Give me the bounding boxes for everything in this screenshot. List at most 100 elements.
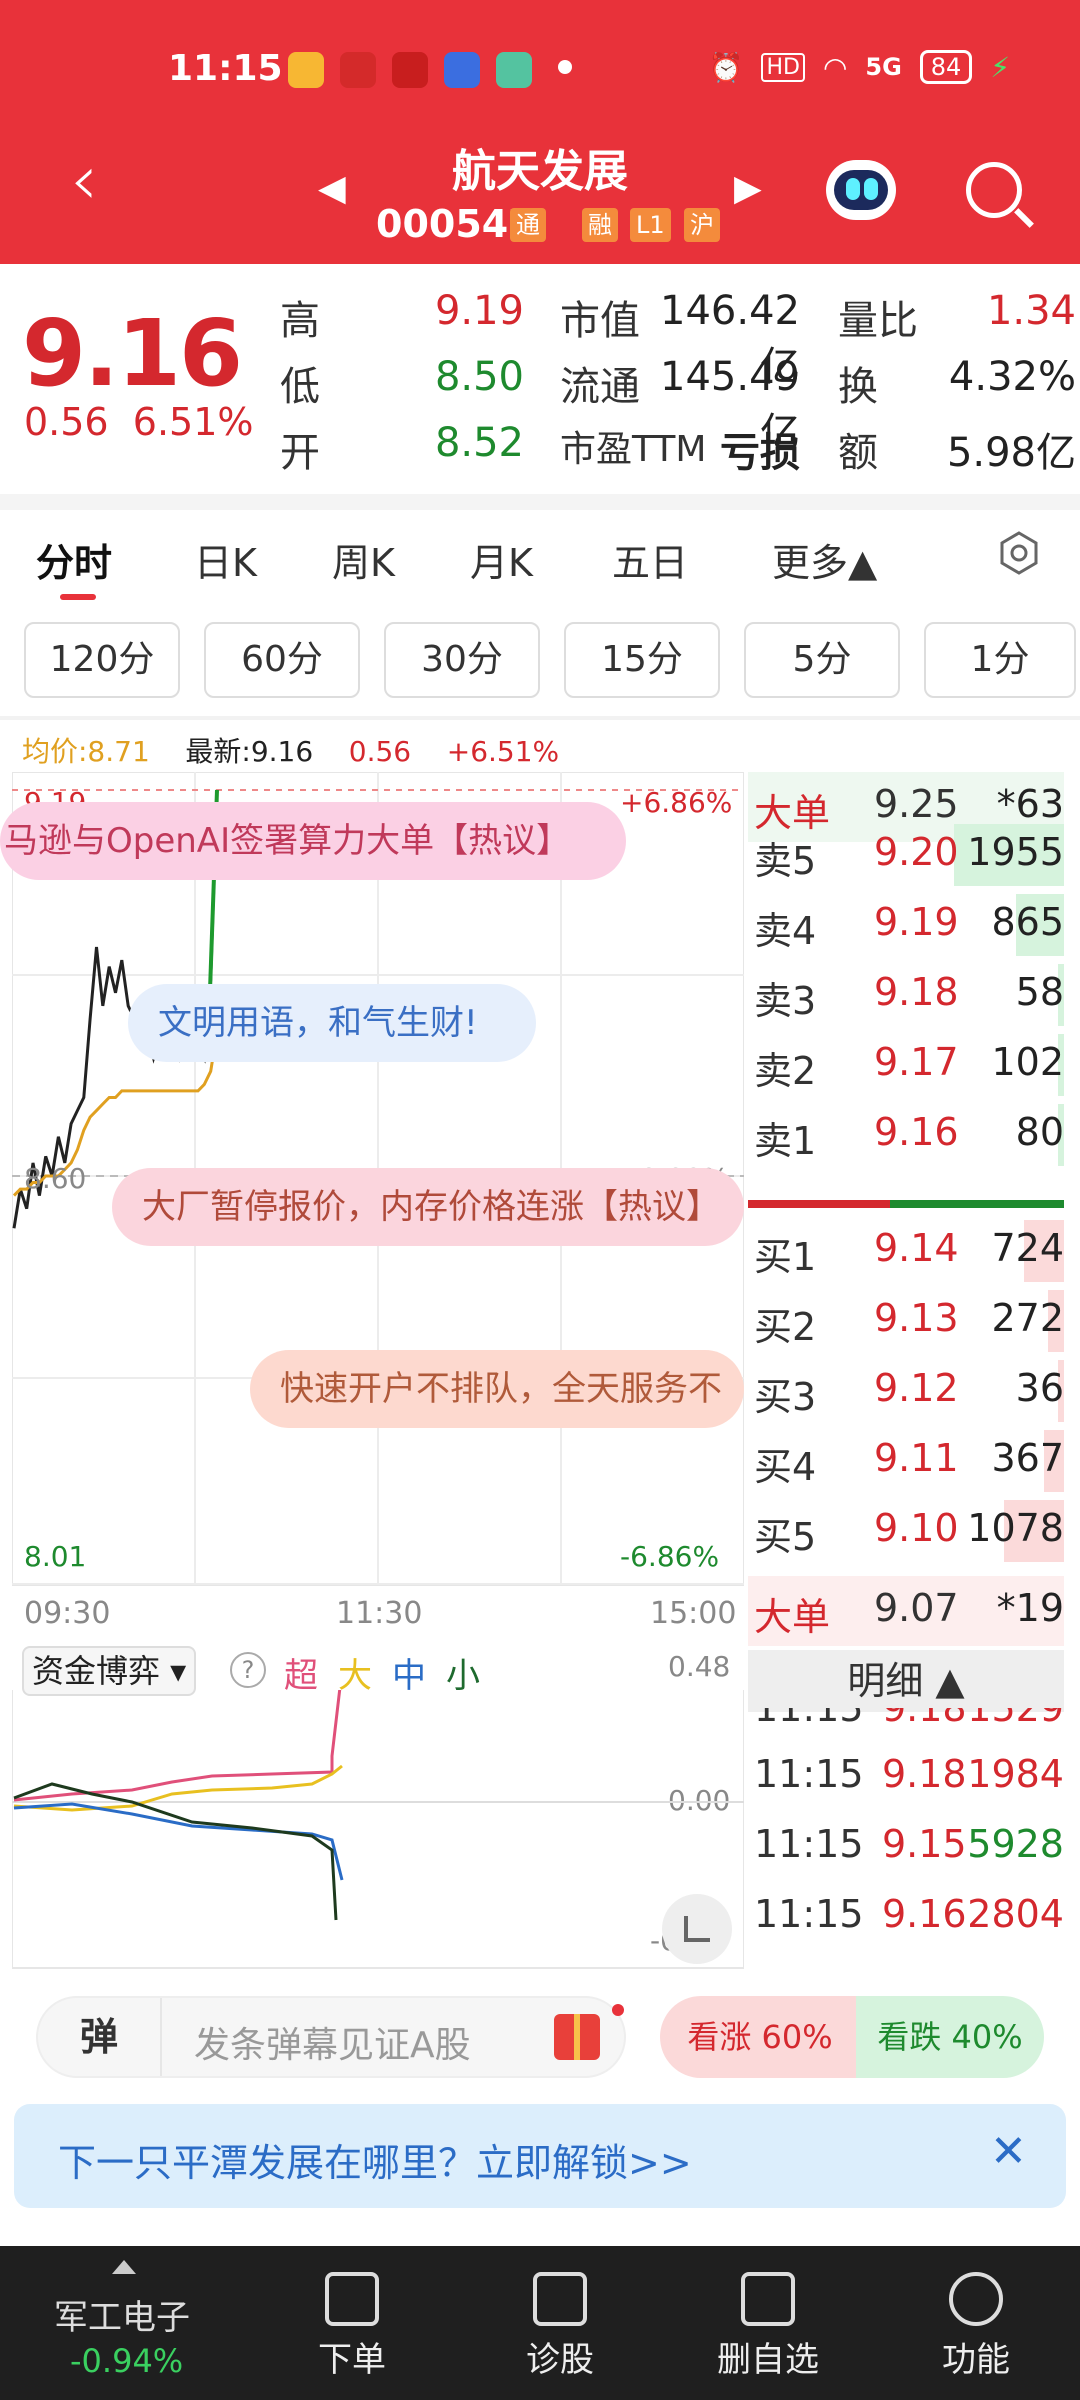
sell-level-row[interactable]: 卖1 9.16 80 xyxy=(748,1100,1064,1170)
danmu-bubble[interactable]: 快速开户不排队，全天服务不 xyxy=(250,1350,744,1428)
alarm-icon: ⏰ xyxy=(708,50,744,84)
big-order-label: 大单 xyxy=(754,1595,831,1639)
sector-name[interactable]: 军工电子 xyxy=(54,2290,190,2339)
sell-level-price: 9.19 xyxy=(874,900,959,944)
big-order-row: 大单 9.07 *19 xyxy=(748,1576,1064,1646)
nav-diagnose[interactable]: 诊股 xyxy=(480,2272,640,2381)
x-axis-start-label: 09:30 xyxy=(24,1596,111,1631)
battery-indicator: 84 xyxy=(919,50,973,84)
sell-level-row[interactable]: 卖4 9.19 865 xyxy=(748,890,1064,960)
period-5min-button[interactable]: 5分 xyxy=(744,622,900,698)
buy-level-label: 买2 xyxy=(754,1305,817,1349)
buy-level-volume: 272 xyxy=(991,1296,1064,1340)
quote-value-amount: 5.98亿 xyxy=(946,430,1076,476)
buy-level-row[interactable]: 买1 9.14 724 xyxy=(748,1216,1064,1286)
vote-down-button[interactable]: 看跌 40% xyxy=(856,1996,1044,2078)
promo-banner-text[interactable]: 下一只平潭发展在哪里？立即解锁>> xyxy=(58,2132,692,2187)
buy-level-row[interactable]: 买2 9.13 272 xyxy=(748,1286,1064,1356)
buy-level-row[interactable]: 买3 9.12 36 xyxy=(748,1356,1064,1426)
sell-level-row[interactable]: 卖2 9.17 102 xyxy=(748,1030,1064,1100)
period-divider xyxy=(0,716,1080,720)
danmu-input-box[interactable]: 弹 发条弹幕见证A股 xyxy=(36,1996,626,2078)
quote-label-pe: 市盈TTM xyxy=(560,429,707,470)
sector-change: -0.94% xyxy=(70,2342,184,2380)
sell-level-price: 9.18 xyxy=(874,970,959,1014)
nav-remove-watchlist-label: 删自选 xyxy=(717,2340,819,2380)
tab-more[interactable]: 更多▲ xyxy=(772,532,877,587)
sell-level-volume: 58 xyxy=(1015,970,1064,1014)
pct-axis-top-label: +6.86% xyxy=(620,786,733,819)
nav-remove-watchlist[interactable]: 删自选 xyxy=(688,2272,848,2381)
close-icon[interactable]: ✕ xyxy=(990,2126,1027,2177)
tab-monthly-k[interactable]: 月K xyxy=(470,532,533,587)
next-stock-arrow-icon[interactable]: ▶ xyxy=(734,168,762,209)
buy-level-price: 9.11 xyxy=(874,1436,959,1480)
quote-label-float: 流通 xyxy=(560,364,640,410)
period-1min-button[interactable]: 1分 xyxy=(924,622,1076,698)
nav-place-order-label: 下单 xyxy=(318,2340,386,2380)
period-30min-button[interactable]: 30分 xyxy=(384,622,540,698)
x-axis-end-label: 15:00 xyxy=(650,1596,737,1631)
buy-level-label: 买4 xyxy=(754,1445,817,1489)
search-icon[interactable] xyxy=(966,162,1022,218)
badge-tong: 通 xyxy=(510,208,546,242)
danmu-placeholder[interactable]: 发条弹幕见证A股 xyxy=(194,2016,471,2068)
quote-label-volratio: 量比 xyxy=(838,298,918,344)
tab-daily-k[interactable]: 日K xyxy=(194,532,257,587)
nav-place-order[interactable]: 下单 xyxy=(272,2272,432,2381)
buy-level-row[interactable]: 买4 9.11 367 xyxy=(748,1426,1064,1496)
header-bar: 11:15 ⏰ HD ◠ 5G 84 ⚡ ‹ 航天发展 ◀ ▶ 000547 通… xyxy=(0,0,1080,264)
robot-assistant-icon[interactable] xyxy=(826,160,896,220)
nav-functions[interactable]: 功能 xyxy=(896,2272,1056,2381)
trade-row: 11:15 9.18 1984 xyxy=(748,1742,1064,1812)
fund-flow-chart[interactable] xyxy=(12,1690,744,1970)
tab-five-day[interactable]: 五日 xyxy=(612,532,688,587)
danmu-toggle-icon[interactable]: 弹 xyxy=(38,1998,162,2076)
trade-volume: 1984 xyxy=(967,1752,1064,1796)
medium-flow-line xyxy=(13,1802,344,1881)
section-divider xyxy=(0,494,1080,510)
trade-price: 9.16 xyxy=(882,1892,967,1936)
prev-stock-arrow-icon[interactable]: ◀ xyxy=(318,168,346,209)
status-time: 11:15 xyxy=(168,48,283,89)
buy-level-price: 9.12 xyxy=(874,1366,959,1410)
tab-active-indicator xyxy=(60,594,96,600)
danmu-bubble[interactable]: 文明用语，和气生财! xyxy=(128,984,536,1062)
sell-level-label: 卖1 xyxy=(754,1119,817,1163)
sector-expand-icon[interactable] xyxy=(112,2260,136,2274)
help-icon[interactable]: ? xyxy=(230,1652,266,1688)
trade-time: 11:15 xyxy=(754,1892,864,1936)
sell-level-row[interactable]: 卖3 9.18 58 xyxy=(748,960,1064,1030)
tab-intraday[interactable]: 分时 xyxy=(36,532,112,587)
period-120min-button[interactable]: 120分 xyxy=(24,622,180,698)
buy-level-volume: 36 xyxy=(1015,1366,1064,1410)
sub-y-top-label: 0.48 xyxy=(668,1650,731,1683)
buy-level-label: 买1 xyxy=(754,1235,817,1279)
danmu-bubble[interactable]: 大厂暂停报价，内存价格连涨【热议】 xyxy=(112,1168,744,1246)
quote-label-high: 高 xyxy=(280,298,320,344)
buy-level-volume: 724 xyxy=(991,1226,1064,1270)
period-15min-button[interactable]: 15分 xyxy=(564,622,720,698)
buy-level-price: 9.13 xyxy=(874,1296,959,1340)
tab-weekly-k[interactable]: 周K xyxy=(332,532,395,587)
sell-level-row[interactable]: 卖5 9.20 1955 xyxy=(748,820,1064,890)
chart-settings-icon[interactable] xyxy=(996,530,1042,576)
sell-level-label: 卖3 xyxy=(754,979,817,1023)
promo-banner[interactable]: 下一只平潭发展在哪里？立即解锁>> ✕ xyxy=(14,2104,1066,2208)
trade-row: 11:15 9.16 2804 xyxy=(748,1882,1064,1952)
trade-time: 11:15 xyxy=(754,1708,864,1730)
sell-level-volume: 80 xyxy=(1015,1110,1064,1154)
quote-label-turnover: 换 xyxy=(838,364,878,410)
latest-price-label: 最新:9.16 xyxy=(185,735,314,768)
sell-level-volume: 102 xyxy=(991,1040,1064,1084)
gift-icon[interactable] xyxy=(554,2014,600,2060)
quote-value-volratio: 1.34 xyxy=(986,288,1076,334)
buy-level-row[interactable]: 买5 9.10 1078 xyxy=(748,1496,1064,1566)
trade-detail-header[interactable]: 明细 ▲ xyxy=(748,1650,1064,1712)
x-axis-mid-label: 11:30 xyxy=(336,1596,423,1631)
fund-flow-selector[interactable]: 资金博弈 ▾ xyxy=(22,1646,197,1696)
vote-up-button[interactable]: 看涨 60% xyxy=(660,1996,860,2078)
period-60min-button[interactable]: 60分 xyxy=(204,622,360,698)
chart-notification-icon xyxy=(340,52,376,88)
danmu-bubble[interactable]: 马逊与OpenAI签署算力大单【热议】 xyxy=(0,802,626,880)
